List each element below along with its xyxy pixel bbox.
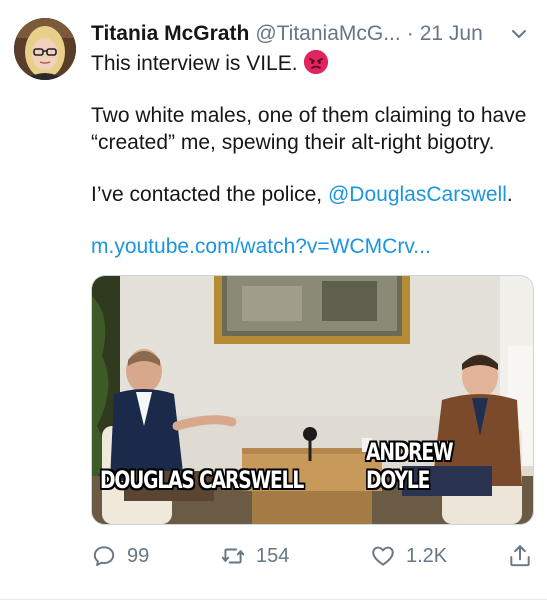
angry-face-icon — [303, 50, 328, 74]
tweet-line-3-suffix: . — [506, 183, 513, 206]
caption-left: DOUGLAS CARSWELL — [100, 466, 304, 494]
heart-icon — [372, 546, 394, 566]
caption-right: ANDREW DOYLE — [366, 438, 454, 494]
reply-button[interactable]: 99 — [91, 538, 149, 574]
tweet-line-1: This interview is VILE. — [91, 50, 531, 77]
tweet-line-1-text: This interview is VILE. — [91, 52, 298, 75]
chevron-down-icon[interactable] — [509, 24, 529, 44]
tweet-actions: 99 154 1.2K — [91, 538, 536, 574]
avatar[interactable] — [14, 18, 76, 80]
video-thumbnail[interactable]: DOUGLAS CARSWELL ANDREW DOYLE — [91, 275, 534, 525]
author-handle[interactable]: @TitaniaMcG... — [255, 22, 400, 46]
tweet-line-3-prefix: I’ve contacted the police, — [91, 183, 328, 206]
header-separator: · — [406, 22, 414, 45]
retweet-count: 154 — [256, 544, 290, 567]
like-count: 1.2K — [406, 544, 448, 567]
avatar-image — [14, 18, 76, 80]
reply-icon — [93, 546, 115, 567]
share-icon — [510, 545, 530, 567]
author-name[interactable]: Titania McGrath — [91, 22, 249, 46]
url-link[interactable]: m.youtube.com/watch?v=WCMCrv... — [91, 235, 431, 258]
timestamp[interactable]: 21 Jun — [420, 22, 483, 46]
tweet-text: This interview is VILE. Two white males,… — [91, 50, 531, 260]
tweet-line-3: I’ve contacted the police, @DouglasCarsw… — [91, 181, 531, 208]
retweet-button[interactable]: 154 — [220, 538, 289, 574]
tweet-header: Titania McGrath @TitaniaMcG... · 21 Jun — [91, 20, 533, 48]
reply-count: 99 — [127, 544, 150, 567]
retweet-icon — [221, 548, 245, 564]
like-button[interactable]: 1.2K — [370, 538, 447, 574]
tweet-line-2: Two white males, one of them claiming to… — [91, 104, 527, 154]
share-button[interactable] — [507, 538, 543, 574]
mention-link[interactable]: @DouglasCarswell — [328, 183, 507, 206]
